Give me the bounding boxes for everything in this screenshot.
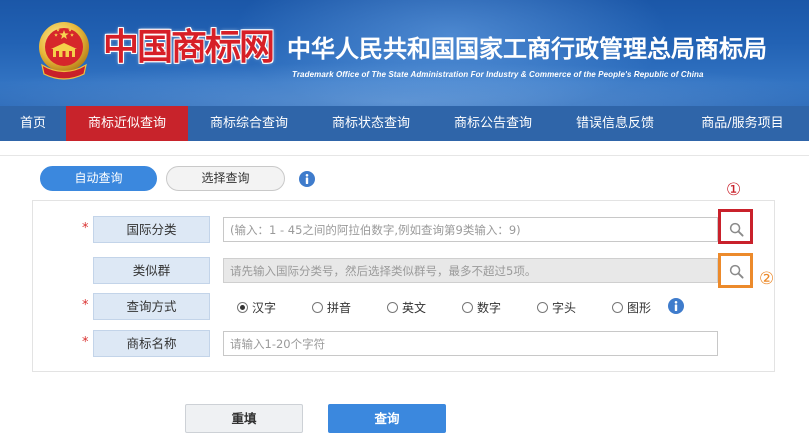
- nav-item-goods-services[interactable]: 商品/服务项目: [676, 106, 809, 141]
- site-header: 中国商标网 中华人民共和国国家工商行政管理总局商标局 Trademark Off…: [0, 0, 809, 106]
- annotation-box-orange: [718, 253, 753, 288]
- required-mark: *: [82, 298, 89, 313]
- field-label-international-class: 国际分类: [93, 216, 210, 243]
- similar-group-input[interactable]: [223, 258, 718, 283]
- site-subtitle: Trademark Office of The State Administra…: [292, 70, 704, 79]
- radio-label: 图形: [627, 300, 652, 315]
- radio-label: 英文: [402, 300, 427, 315]
- radio-option-hanzi[interactable]: 汉字: [237, 299, 312, 315]
- radio-button[interactable]: [612, 301, 623, 313]
- radio-label: 汉字: [252, 300, 277, 315]
- radio-button[interactable]: [312, 301, 323, 313]
- main-nav: 首页 商标近似查询 商标综合查询 商标状态查询 商标公告查询 错误信息反馈 商品…: [0, 106, 809, 141]
- radio-label: 字头: [552, 300, 577, 315]
- site-title: 中华人民共和国国家工商行政管理总局商标局: [287, 35, 767, 63]
- international-class-input[interactable]: [223, 217, 718, 242]
- field-label-similar-group: 类似群: [93, 257, 210, 284]
- radio-label: 数字: [477, 300, 502, 315]
- annotation-box-red: [718, 209, 753, 244]
- site-logo-text: 中国商标网: [103, 26, 275, 68]
- required-mark: *: [82, 335, 89, 350]
- radio-option-pinyin[interactable]: 拼音: [312, 299, 387, 315]
- annotation-marker-2: ②: [759, 269, 775, 289]
- required-mark: *: [82, 221, 89, 236]
- radio-option-english[interactable]: 英文: [387, 299, 462, 315]
- annotation-marker-1: ①: [726, 180, 742, 200]
- info-icon[interactable]: [299, 171, 315, 187]
- radio-button[interactable]: [237, 301, 248, 313]
- radio-label: 拼音: [327, 300, 352, 315]
- trademark-name-input[interactable]: [223, 331, 718, 356]
- radio-option-initial[interactable]: 字头: [537, 299, 612, 315]
- page: 中国商标网 中华人民共和国国家工商行政管理总局商标局 Trademark Off…: [0, 0, 809, 442]
- divider: [0, 155, 809, 156]
- radio-button[interactable]: [537, 301, 548, 313]
- reset-button[interactable]: 重填: [185, 404, 303, 433]
- info-icon[interactable]: [668, 298, 684, 314]
- radio-option-number[interactable]: 数字: [462, 299, 537, 315]
- national-emblem-icon: [37, 21, 91, 83]
- nav-item-error-feedback[interactable]: 错误信息反馈: [554, 106, 676, 141]
- radio-button[interactable]: [387, 301, 398, 313]
- nav-item-similar-search[interactable]: 商标近似查询: [66, 106, 188, 141]
- query-mode-radio-group: 汉字 拼音 英文 数字 字头 图形: [237, 299, 687, 315]
- nav-item-comprehensive-search[interactable]: 商标综合查询: [188, 106, 310, 141]
- tab-auto-search[interactable]: 自动查询: [40, 166, 157, 191]
- tab-select-search[interactable]: 选择查询: [166, 166, 285, 191]
- field-label-trademark-name: 商标名称: [93, 330, 210, 357]
- nav-item-status-search[interactable]: 商标状态查询: [310, 106, 432, 141]
- radio-button[interactable]: [462, 301, 473, 313]
- field-label-query-mode: 查询方式: [93, 293, 210, 320]
- nav-item-announcement-search[interactable]: 商标公告查询: [432, 106, 554, 141]
- search-submit-button[interactable]: 查询: [328, 404, 446, 433]
- nav-item-home[interactable]: 首页: [0, 106, 66, 141]
